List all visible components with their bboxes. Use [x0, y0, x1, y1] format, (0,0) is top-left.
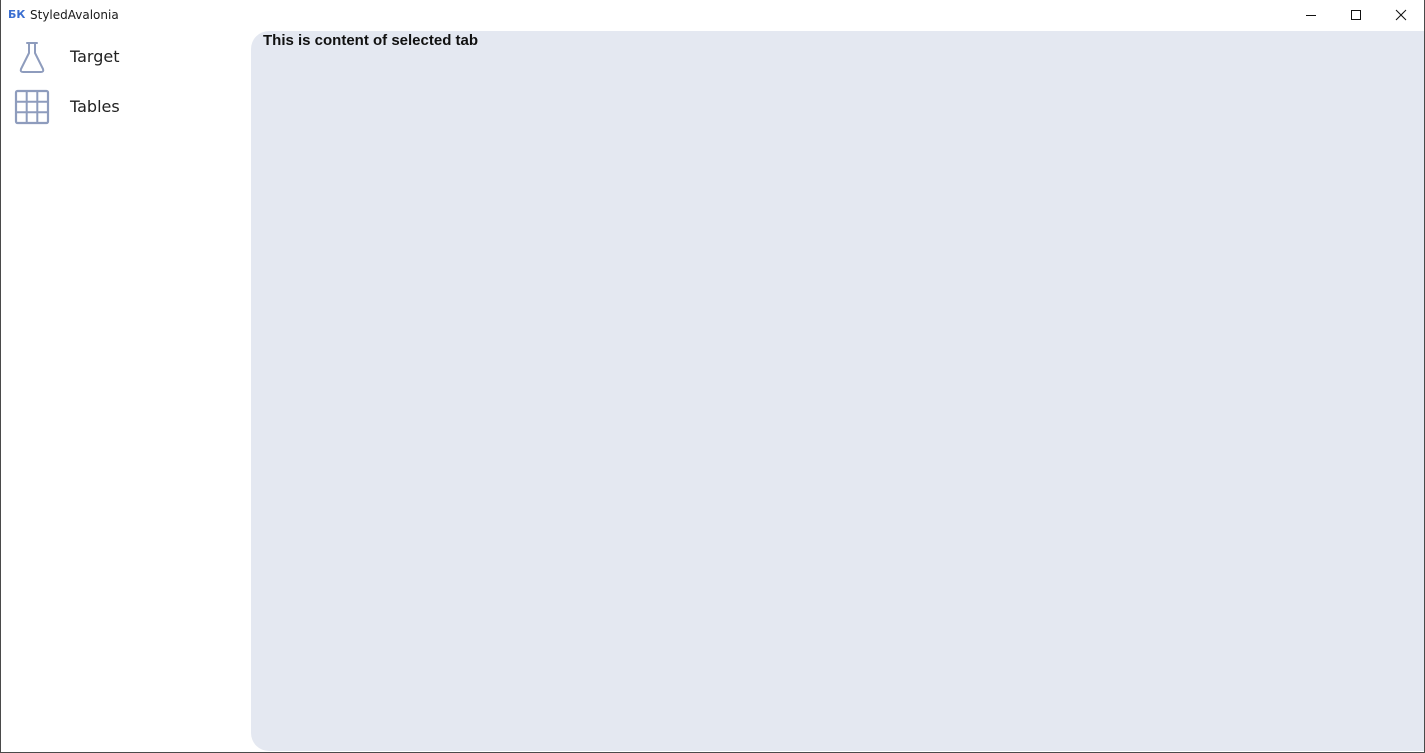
- app-logo-icon: БК: [8, 8, 26, 21]
- tab-content-text: This is content of selected tab: [263, 32, 479, 49]
- sidebar: Target Tables: [1, 31, 251, 751]
- flask-icon: [19, 42, 45, 73]
- title-bar[interactable]: БК StyledAvalonia: [1, 0, 1424, 31]
- close-button[interactable]: [1378, 0, 1424, 30]
- sidebar-item-target[interactable]: Target: [1, 33, 251, 79]
- minimize-icon: [1306, 15, 1316, 16]
- maximize-icon: [1351, 10, 1361, 20]
- table-grid-icon: [14, 89, 50, 125]
- window-title: StyledAvalonia: [30, 8, 119, 22]
- close-icon: [1395, 9, 1407, 21]
- maximize-button[interactable]: [1333, 0, 1379, 30]
- sidebar-item-label: Target: [70, 47, 120, 66]
- sidebar-item-label: Tables: [70, 97, 120, 116]
- minimize-button[interactable]: [1288, 0, 1334, 30]
- tab-content-panel: This is content of selected tab: [251, 31, 1424, 751]
- app-window: БК StyledAvalonia Target Tables This is …: [0, 0, 1425, 753]
- sidebar-item-tables[interactable]: Tables: [1, 83, 251, 129]
